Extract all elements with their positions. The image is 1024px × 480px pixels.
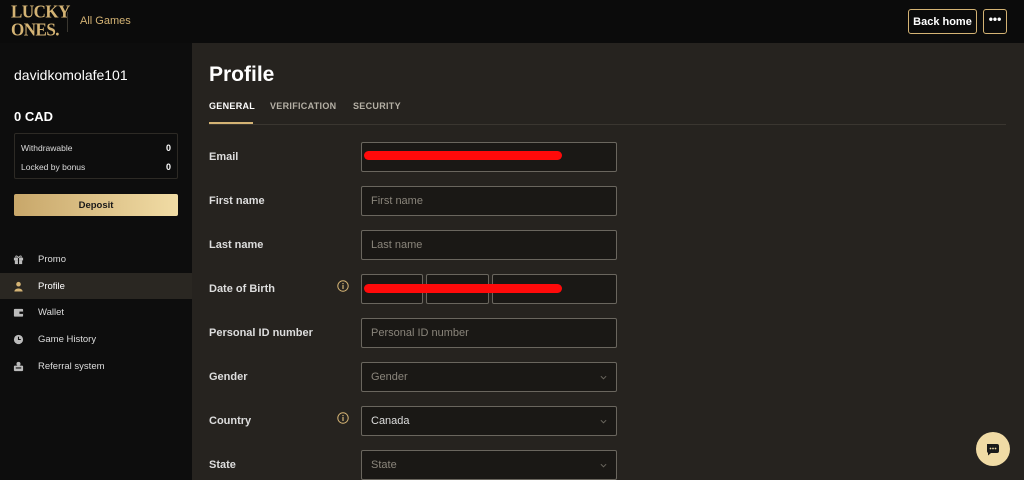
back-home-button[interactable]: Back home xyxy=(908,9,977,34)
logo-divider xyxy=(67,12,68,32)
state-label: State xyxy=(209,459,236,471)
redaction-mark xyxy=(364,284,562,293)
gender-label: Gender xyxy=(209,371,248,383)
sidebar-item-label: Game History xyxy=(38,334,97,345)
sidebar-item-label: Referral system xyxy=(38,361,105,372)
sidebar-item-game-history[interactable]: Game History xyxy=(0,326,192,352)
locked-by-bonus-value: 0 xyxy=(165,162,171,172)
sidebar-item-label: Promo xyxy=(38,254,66,265)
chat-icon xyxy=(986,444,999,456)
sidebar-item-label: Profile xyxy=(38,281,65,292)
sidebar-item-promo[interactable]: Promo xyxy=(0,246,192,272)
state-select-value: State xyxy=(371,459,397,471)
personal-id-label: Personal ID number xyxy=(209,327,313,339)
wallet-icon xyxy=(13,308,24,317)
info-icon[interactable] xyxy=(337,412,349,424)
tab-general[interactable]: GENERAL xyxy=(209,101,255,111)
sidebar-item-label: Wallet xyxy=(38,307,65,318)
date-of-birth-label: Date of Birth xyxy=(209,283,275,295)
sidebar-item-referral-system[interactable]: Referral system xyxy=(0,353,192,379)
state-select[interactable]: State xyxy=(361,450,617,480)
chevron-down-icon xyxy=(600,419,607,424)
live-chat-button[interactable] xyxy=(976,432,1010,466)
clock-icon xyxy=(13,334,24,345)
all-games-link[interactable]: All Games xyxy=(80,15,131,27)
gender-select[interactable]: Gender xyxy=(361,362,617,392)
tab-verification[interactable]: VERIFICATION xyxy=(270,101,336,111)
tabs-divider xyxy=(209,124,1006,125)
personal-id-input[interactable] xyxy=(361,318,617,348)
more-options-button[interactable]: ••• xyxy=(983,9,1007,34)
country-select[interactable]: Canada xyxy=(361,406,617,436)
first-name-input[interactable] xyxy=(361,186,617,216)
email-label: Email xyxy=(209,151,239,163)
balance-details: Withdrawable 0 Locked by bonus 0 xyxy=(14,133,178,179)
balance: 0 CAD xyxy=(14,109,54,124)
gender-select-value: Gender xyxy=(371,371,408,383)
logo-line-2: ONES. xyxy=(11,19,60,40)
sidebar-item-wallet[interactable]: Wallet xyxy=(0,299,192,325)
last-name-label: Last name xyxy=(209,239,264,251)
referral-icon xyxy=(13,361,24,372)
deposit-button[interactable]: Deposit xyxy=(14,194,178,216)
locked-by-bonus-label: Locked by bonus xyxy=(21,162,86,172)
country-label: Country xyxy=(209,415,252,427)
tab-security[interactable]: SECURITY xyxy=(353,101,401,111)
sidebar-item-profile[interactable]: Profile xyxy=(0,273,192,299)
last-name-input[interactable] xyxy=(361,230,617,260)
top-bar: LUCKY ONES. All Games Back home ••• xyxy=(0,0,1024,43)
withdrawable-row: Withdrawable 0 xyxy=(21,143,171,157)
chevron-down-icon xyxy=(600,463,607,468)
sidebar: davidkomolafe101 0 CAD Withdrawable 0 Lo… xyxy=(0,43,192,480)
withdrawable-label: Withdrawable xyxy=(21,143,73,153)
gift-icon xyxy=(13,255,24,265)
first-name-label: First name xyxy=(209,195,265,207)
page-title: Profile xyxy=(209,63,275,86)
locked-by-bonus-row: Locked by bonus 0 xyxy=(21,162,171,176)
country-select-value: Canada xyxy=(371,415,410,427)
user-icon xyxy=(14,281,23,292)
redaction-mark xyxy=(364,151,562,160)
chevron-down-icon xyxy=(600,375,607,380)
username: davidkomolafe101 xyxy=(14,67,128,83)
withdrawable-value: 0 xyxy=(165,143,171,153)
lucky-ones-logo[interactable]: LUCKY ONES. xyxy=(11,2,70,41)
info-icon[interactable] xyxy=(337,280,349,292)
